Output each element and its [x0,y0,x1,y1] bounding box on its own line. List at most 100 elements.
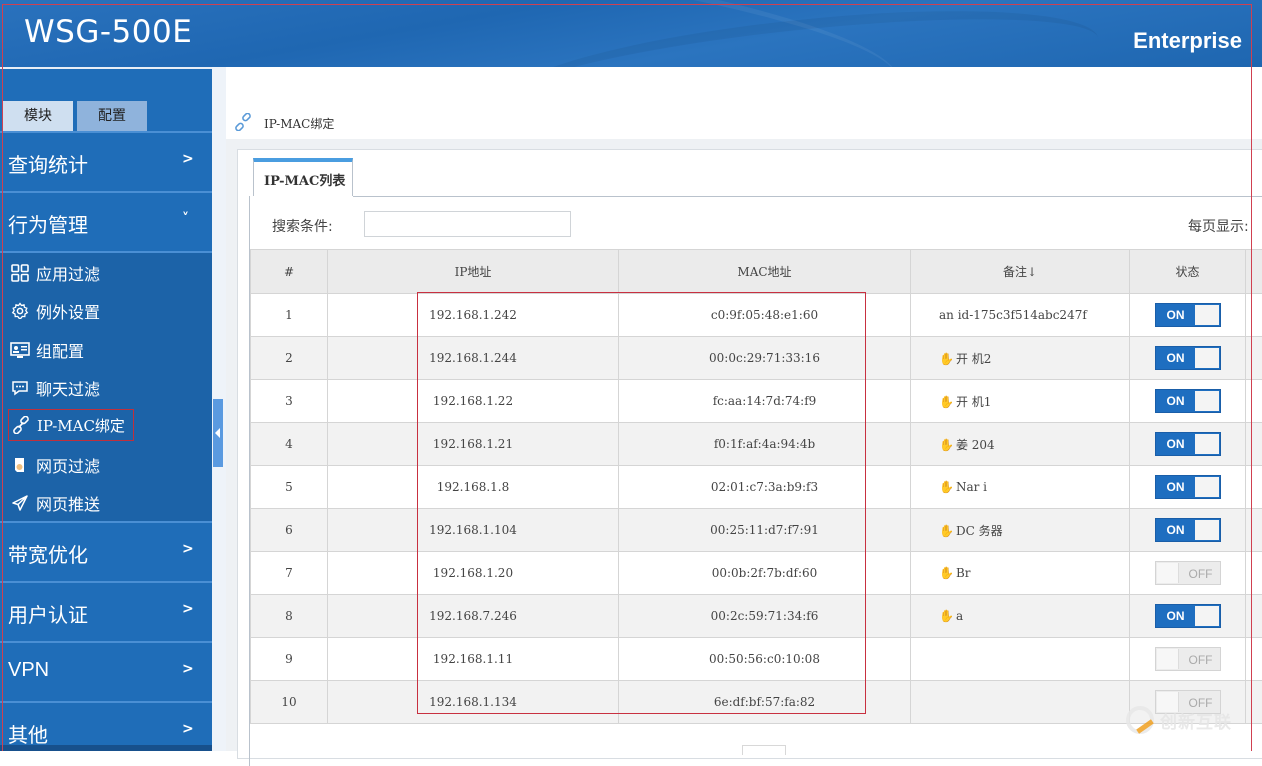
note-text: a [956,609,963,623]
cell-state: OFF [1130,638,1246,681]
chevron-right-icon: > [182,541,194,557]
table-row[interactable]: 5192.168.1.802:01:c7:3a:b9:f3✋Nar iON [251,466,1262,509]
toggle-label: ON [1167,609,1185,623]
status-toggle[interactable]: ON [1155,604,1221,628]
toggle-knob [1195,477,1219,497]
table-row[interactable]: 2192.168.1.24400:0c:29:71:33:16✋开 机2ON [251,337,1262,380]
sidebar-item-exceptions[interactable]: 例外设置 [10,296,100,326]
document-icon [10,455,30,475]
sidebar-item-chat-filter[interactable]: 聊天过滤 [10,373,100,403]
cell-mac: 00:25:11:d7:f7:91 [619,509,911,552]
cell-note [911,681,1130,724]
link-icon [234,113,252,134]
column-header-state[interactable]: 状态 [1130,250,1246,294]
chevron-right-icon: > [182,661,194,677]
toggle-label: ON [1167,480,1185,494]
toggle-knob [1157,563,1179,583]
menu-group-bandwidth[interactable]: 带宽优化 > [0,523,212,581]
cell-ip: 192.168.1.21 [328,423,619,466]
menu-group-behavior-mgmt[interactable]: 行为管理 ˅ [0,193,212,251]
pagination-control[interactable] [742,745,786,755]
sidebar-item-label: IP-MAC绑定 [37,415,125,436]
menu-group-label: 查询统计 [8,149,88,178]
note-text: DC 务器 [956,524,1003,538]
tab-ip-mac-list[interactable]: IP-MAC列表 [253,158,353,196]
table-row[interactable]: 4192.168.1.21f0:1f:af:4a:94:4b✋姜 204ON [251,423,1262,466]
per-page-label: 每页显示: [1188,216,1249,236]
cell-extra [1246,509,1262,552]
status-toggle[interactable]: ON [1155,518,1221,542]
column-header-num[interactable]: # [251,250,328,294]
cell-num: 2 [251,337,328,380]
sidebar-item-ip-mac-binding[interactable]: IP-MAC绑定 [8,409,134,441]
table-row[interactable]: 10192.168.1.1346e:df:bf:57:fa:82OFF [251,681,1262,724]
sidebar-collapse-handle[interactable] [213,399,223,467]
sidebar-item-web-push[interactable]: 网页推送 [10,488,100,518]
cell-note: ✋Br [911,552,1130,595]
send-icon [10,493,30,513]
note-text: Br [956,566,971,580]
tab-config[interactable]: 配置 [77,101,147,131]
status-toggle[interactable]: ON [1155,432,1221,456]
cell-ip: 192.168.1.244 [328,337,619,380]
menu-group-query-stats[interactable]: 查询统计 > [0,133,212,191]
grid-icon [10,263,30,283]
status-toggle[interactable]: ON [1155,346,1221,370]
cell-extra [1246,595,1262,638]
toggle-knob [1195,348,1219,368]
toggle-label: ON [1167,308,1185,322]
gear-icon [10,301,30,321]
annotation-border [2,4,3,751]
cell-num: 8 [251,595,328,638]
status-toggle[interactable]: ON [1155,389,1221,413]
toggle-label: OFF [1189,653,1213,667]
cell-mac: 02:01:c7:3a:b9:f3 [619,466,911,509]
divider [0,67,212,69]
column-header-note[interactable]: 备注↓ [911,250,1130,294]
status-toggle[interactable]: ON [1155,303,1221,327]
cell-state: ON [1130,294,1246,337]
toggle-label: ON [1167,437,1185,451]
cell-extra [1246,466,1262,509]
status-toggle[interactable]: OFF [1155,561,1221,585]
search-input[interactable] [364,211,571,237]
menu-group-user-auth[interactable]: 用户认证 > [0,583,212,641]
menu-group-other[interactable]: 其他 > [0,703,212,761]
sidebar-item-app-filter[interactable]: 应用过滤 [10,258,100,288]
status-toggle[interactable]: OFF [1155,647,1221,671]
hand-icon: ✋ [939,480,954,494]
column-header-ip[interactable]: IP地址 [328,250,619,294]
cell-extra [1246,423,1262,466]
table-row[interactable]: 6192.168.1.10400:25:11:d7:f7:91✋DC 务器ON [251,509,1262,552]
cell-num: 7 [251,552,328,595]
tab-modules[interactable]: 模块 [3,101,73,131]
note-text: 开 机2 [956,352,991,366]
product-logo: WSG-500E [24,14,192,50]
table-row[interactable]: 8192.168.7.24600:2c:59:71:34:f6✋a ON [251,595,1262,638]
sidebar-item-label: 网页推送 [36,491,100,515]
menu-group-vpn[interactable]: VPN > [0,643,212,701]
cell-num: 6 [251,509,328,552]
toggle-knob [1195,606,1219,626]
column-header-extra [1246,250,1262,294]
sidebar-item-web-filter[interactable]: 网页过滤 [10,450,100,480]
toggle-knob [1195,434,1219,454]
sidebar-item-group-config[interactable]: 组配置 [10,335,84,365]
cell-ip: 192.168.1.242 [328,294,619,337]
column-header-mac[interactable]: MAC地址 [619,250,911,294]
cell-num: 1 [251,294,328,337]
cell-extra [1246,681,1262,724]
cell-mac: 00:0b:2f:7b:df:60 [619,552,911,595]
watermark: 创新互联 [1126,706,1232,734]
breadcrumb: IP-MAC绑定 [234,113,334,134]
cell-mac: 00:50:56:c0:10:08 [619,638,911,681]
app-header: WSG-500E Enterprise [0,0,1262,67]
note-text: an id-175c3f514abc247f [939,308,1087,322]
status-toggle[interactable]: ON [1155,475,1221,499]
table-row[interactable]: 7192.168.1.2000:0b:2f:7b:df:60✋Br OFF [251,552,1262,595]
cell-extra [1246,638,1262,681]
table-row[interactable]: 3192.168.1.22fc:aa:14:7d:74:f9✋开 机1ON [251,380,1262,423]
note-text: 姜 204 [956,438,995,452]
table-row[interactable]: 1192.168.1.242c0:9f:05:48:e1:60an id-175… [251,294,1262,337]
table-row[interactable]: 9192.168.1.1100:50:56:c0:10:08OFF [251,638,1262,681]
